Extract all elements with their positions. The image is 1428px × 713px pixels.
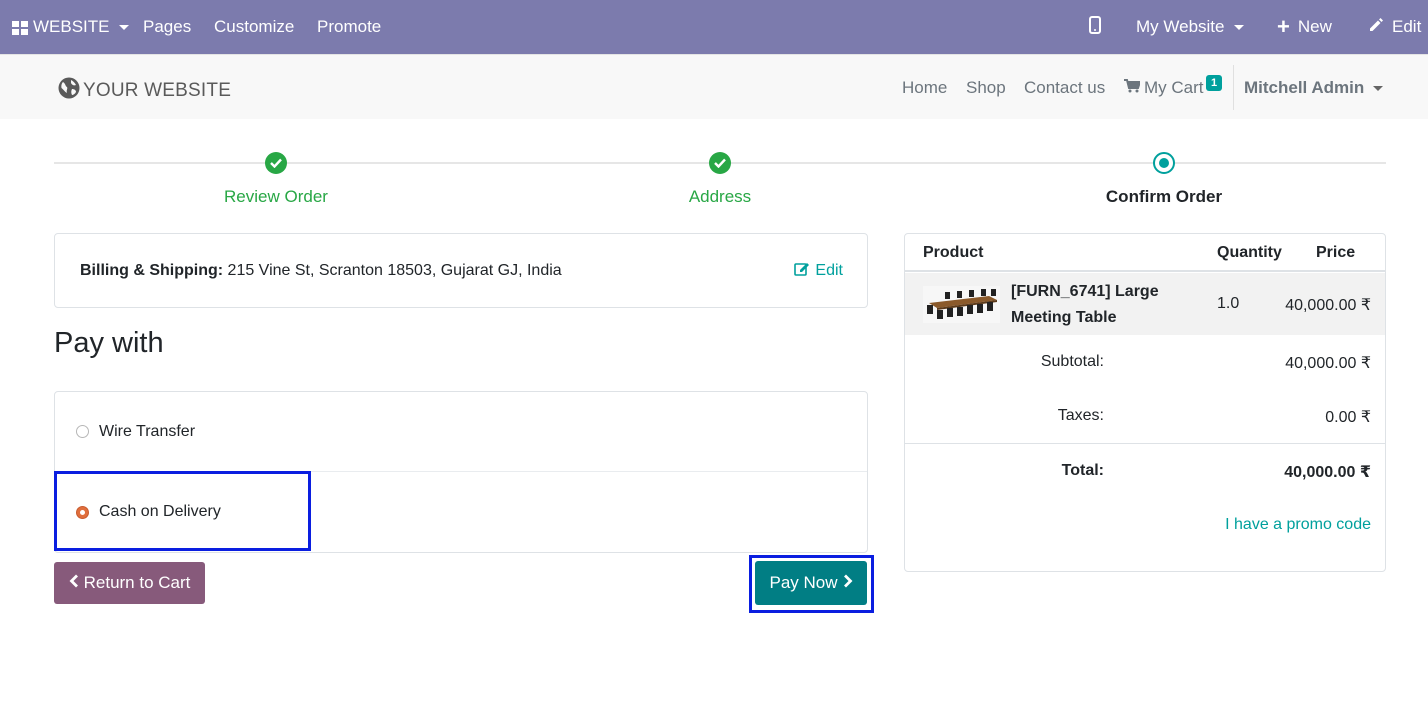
chevron-left-icon [69,573,79,593]
header-product: Product [923,244,984,261]
pay-now-label: Pay Now [769,573,838,592]
new-label: New [1297,17,1332,36]
my-website-label: My Website [1136,17,1225,36]
mobile-preview-button[interactable] [1089,0,1101,54]
user-menu[interactable]: Mitchell Admin [1244,78,1384,98]
promote-menu[interactable]: Promote [317,0,381,54]
step-review-check-icon [265,152,287,174]
nav-shop[interactable]: Shop [966,78,1006,98]
total-label: Total: [1061,462,1104,479]
logo-text: YOUR WEBSITE [83,80,232,101]
total-divider [905,443,1385,444]
subtotal-value: 40,000.00 ₹ [1285,355,1371,372]
return-to-cart-label: Return to Cart [83,573,191,592]
my-website-menu[interactable]: My Website [1136,0,1244,54]
wire-transfer-radio[interactable] [76,425,89,438]
step-address-label[interactable]: Address [570,187,870,207]
chevron-down-icon [1233,24,1244,30]
summary-item-row: [FURN_6741] Large Meeting Table 1.0 40,0… [905,273,1385,335]
product-quantity: 1.0 [1217,295,1240,312]
pay-now-button[interactable]: Pay Now [755,561,867,605]
edit-button[interactable]: Edit [1368,0,1421,54]
taxes-label: Taxes: [1057,407,1104,424]
payment-option-wire-transfer[interactable]: Wire Transfer [55,392,867,472]
website-menu[interactable]: WEBSITE [12,0,129,54]
nav-contact[interactable]: Contact us [1024,78,1105,98]
edit-label: Edit [815,262,843,279]
edit-icon [794,261,810,281]
wire-transfer-label[interactable]: Wire Transfer [99,423,195,441]
pay-with-title: Pay with [54,327,164,359]
step-review-label[interactable]: Review Order [126,187,426,207]
chevron-down-icon [118,24,129,30]
edit-label: Edit [1392,17,1422,36]
new-button[interactable]: + New [1277,0,1332,54]
cash-on-delivery-label[interactable]: Cash on Delivery [99,503,221,521]
globe-icon [57,76,81,106]
cart-count-badge: 1 [1206,75,1223,91]
billing-shipping-card: Billing & Shipping: 215 Vine St, Scranto… [54,233,868,308]
step-confirm-dot [1159,158,1169,168]
mobile-icon [1089,15,1101,39]
chevron-right-icon [843,573,853,593]
step-confirm-current-icon [1153,152,1175,174]
plus-icon: + [1277,14,1290,39]
nav-divider [1233,65,1234,110]
chevron-down-icon [1373,85,1384,91]
subtotal-label: Subtotal: [1040,353,1104,370]
billing-label: Billing & Shipping: [80,262,224,279]
site-header: YOUR WEBSITE Home Shop Contact us My Car… [0,54,1428,119]
pencil-icon [1368,17,1384,38]
product-thumbnail [923,286,1000,323]
step-address-check-icon [709,152,731,174]
taxes-value: 0.00 ₹ [1325,409,1371,426]
return-to-cart-button[interactable]: Return to Cart [54,562,205,604]
billing-address-text: 215 Vine St, Scranton 18503, Gujarat GJ,… [223,262,562,279]
order-summary: Product Quantity Price [FURN_6741] Large… [904,233,1386,572]
header-price: Price [1316,244,1356,261]
payment-option-cash-on-delivery[interactable]: Cash on Delivery [55,472,867,552]
edit-address-link[interactable]: Edit [794,261,843,281]
admin-bar: WEBSITE Pages Customize Promote My Websi… [0,0,1428,54]
site-logo[interactable]: YOUR WEBSITE [57,76,231,106]
billing-address: Billing & Shipping: 215 Vine St, Scranto… [80,262,562,280]
product-price: 40,000.00 ₹ [1285,297,1371,314]
step-confirm-label: Confirm Order [1105,187,1223,206]
total-value: 40,000.00 ₹ [1284,464,1371,481]
cash-on-delivery-radio[interactable] [76,505,89,519]
grid-icon [12,20,28,35]
product-name[interactable]: [FURN_6741] Large Meeting Table [1011,279,1181,331]
cart-icon [1124,78,1142,98]
pages-menu[interactable]: Pages [143,0,191,54]
payment-methods-card: Wire Transfer Cash on Delivery [54,391,868,553]
header-quantity: Quantity [1217,244,1282,261]
website-menu-label: WEBSITE [33,17,110,36]
customize-menu[interactable]: Customize [214,0,294,54]
nav-cart[interactable]: My Cart [1124,78,1204,98]
summary-header-row: Product Quantity Price [905,234,1385,272]
user-name: Mitchell Admin [1244,78,1365,97]
cart-label: My Cart [1144,78,1204,97]
promo-code-link[interactable]: I have a promo code [1225,516,1371,534]
nav-home[interactable]: Home [902,78,947,98]
